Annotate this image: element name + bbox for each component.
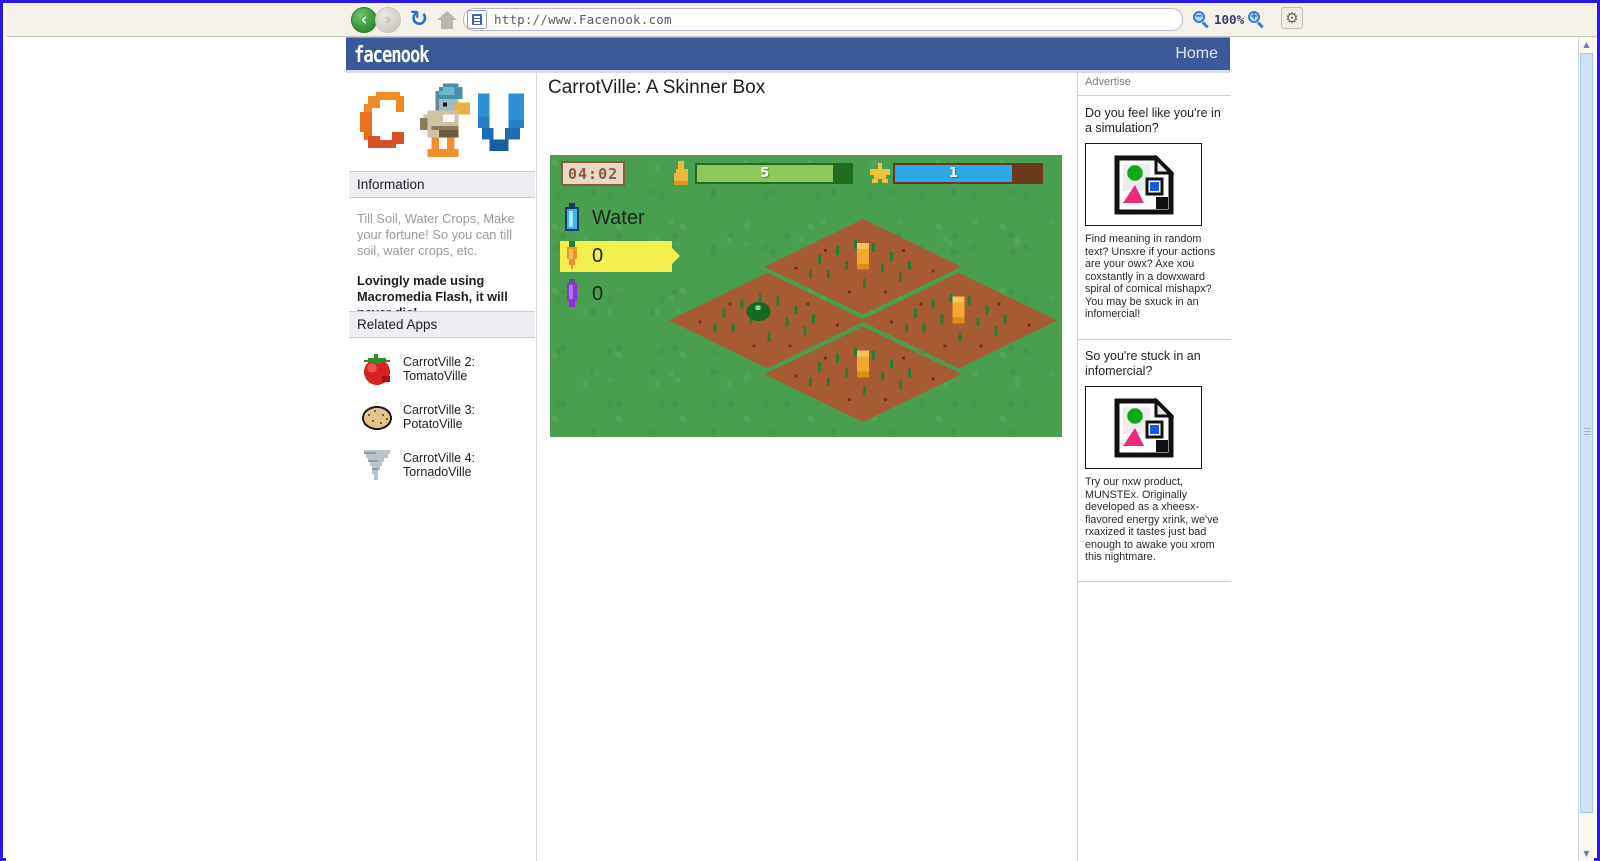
related-app-potatoville[interactable]: CarrotVille 3: PotatoVille	[349, 393, 535, 441]
meter-track: 5	[695, 163, 853, 184]
resource-label: 0	[592, 244, 604, 267]
related-apps-list: CarrotVille 2: TomatoVille CarrotVille 3…	[349, 345, 535, 489]
zoom-in-button[interactable]: +	[1248, 10, 1265, 28]
resource-list: Water 0 0	[560, 199, 680, 313]
potato-icon	[357, 397, 397, 437]
game-canvas[interactable]: 04:02 5 1 Water 0 0	[550, 155, 1062, 437]
scroll-up-button[interactable]: ▲	[1579, 37, 1594, 52]
ad-slot-1[interactable]: Do you feel like you're in a simulation?	[1085, 106, 1225, 321]
resource-label: 0	[592, 282, 604, 305]
information-header: Information	[349, 171, 535, 198]
site-header: facenook Home	[346, 37, 1230, 70]
farm-field[interactable]	[668, 213, 1058, 437]
carrotville-logo	[349, 74, 535, 170]
broken-image-icon	[1114, 154, 1174, 214]
vertical-scrollbar[interactable]: ▲ ▼	[1578, 37, 1594, 861]
facenook-logo[interactable]: facenook	[354, 41, 430, 68]
zoom-level-label: 100%	[1214, 11, 1245, 27]
star-icon	[868, 161, 892, 187]
browser-toolbar: ‹ › ↻ http://www.Facenook.com − 100% + ⚙	[6, 3, 1597, 37]
forward-button[interactable]: ›	[375, 7, 401, 33]
meter-value: 1	[948, 166, 958, 181]
scrollbar-thumb[interactable]	[1580, 53, 1593, 813]
ad-slot-2[interactable]: So you're stuck in an infomercial? Try o…	[1085, 349, 1225, 564]
ad-title: Do you feel like you're in a simulation?	[1085, 106, 1221, 135]
settings-button[interactable]: ⚙	[1281, 7, 1303, 29]
page-columns: Information Till Soil, Water Crops, Make…	[346, 73, 1231, 861]
meter-value: 5	[760, 166, 770, 181]
minus-icon: −	[1194, 10, 1204, 22]
browser-window: ‹ › ↻ http://www.Facenook.com − 100% + ⚙…	[0, 0, 1600, 861]
zoom-controls: − 100% +	[1193, 7, 1265, 31]
letter-v-icon	[478, 93, 524, 151]
gear-icon: ⚙	[1285, 8, 1299, 27]
address-bar[interactable]: http://www.Facenook.com	[463, 8, 1183, 31]
level-meter: 1	[868, 161, 1043, 186]
related-apps-header: Related Apps	[349, 311, 535, 338]
ad-image[interactable]	[1085, 143, 1202, 226]
back-arrow-icon: ‹	[360, 9, 368, 30]
resource-label: Water	[592, 206, 645, 229]
related-app-tornadoville[interactable]: CarrotVille 4: TornadoVille	[349, 441, 535, 489]
ad-body: Find meaning in random text? Unsxre if y…	[1085, 233, 1216, 320]
meter-track: 1	[893, 163, 1043, 184]
resource-seed[interactable]: 0	[560, 275, 645, 313]
ad-image[interactable]	[1085, 386, 1202, 469]
reload-icon: ↻	[409, 7, 429, 32]
page-viewport: facenook Home Information Till Soil, Wat…	[6, 37, 1581, 861]
farm-plots-svg	[668, 218, 1058, 423]
plus-icon: +	[1249, 10, 1259, 22]
ads-sidebar: Advertise Do you feel like you're in a s…	[1077, 73, 1231, 861]
water-bottle-icon	[560, 202, 584, 234]
ad-title: So you're stuck in an infomercial?	[1085, 349, 1201, 378]
tomato-icon	[357, 349, 397, 389]
page-icon	[467, 10, 487, 29]
facenook-page: facenook Home Information Till Soil, Wat…	[346, 37, 1231, 861]
purple-seed-icon	[560, 278, 584, 310]
ad-body: Try our nxw product, MUNSTEx. Originally…	[1085, 476, 1219, 563]
page-title: CarrotVille: A Skinner Box	[548, 77, 766, 98]
game-clock: 04:02	[561, 161, 626, 186]
resource-water[interactable]: Water	[560, 199, 645, 237]
related-app-label: CarrotVille 4: TornadoVille	[403, 450, 476, 480]
back-button[interactable]: ‹	[351, 7, 377, 33]
meter-fill: 1	[895, 165, 1012, 182]
duck-mascot-icon	[419, 83, 471, 157]
information-body: Till Soil, Water Crops, Make your fortun…	[349, 201, 535, 321]
sidebar: Information Till Soil, Water Crops, Make…	[349, 73, 535, 861]
letter-c-icon	[360, 92, 404, 148]
url-text: http://www.Facenook.com	[494, 12, 672, 27]
home-button[interactable]	[435, 9, 459, 31]
meter-fill: 5	[697, 165, 833, 182]
tornado-icon	[357, 445, 397, 485]
carrot-icon	[560, 240, 584, 272]
scroll-down-button[interactable]: ▼	[1579, 846, 1594, 861]
related-app-tomatoville[interactable]: CarrotVille 2: TomatoVille	[349, 345, 535, 393]
advertise-label[interactable]: Advertise	[1078, 76, 1231, 96]
main-content: CarrotVille: A Skinner Box 04:02 5 1 Wat…	[536, 73, 1077, 861]
broken-image-icon	[1114, 397, 1174, 457]
house-icon	[437, 11, 457, 29]
thumbs-up-icon	[670, 160, 694, 187]
reputation-meter: 5	[670, 160, 853, 187]
zoom-out-button[interactable]: −	[1193, 10, 1210, 28]
forward-arrow-icon: ›	[384, 9, 392, 30]
related-app-label: CarrotVille 3: PotatoVille	[403, 402, 476, 432]
resource-carrot[interactable]: 0	[560, 237, 680, 275]
ad-divider-1	[1078, 339, 1231, 340]
ad-divider-2	[1078, 581, 1231, 582]
home-link[interactable]: Home	[1175, 45, 1218, 63]
reload-button[interactable]: ↻	[407, 8, 431, 32]
information-text-1: Till Soil, Water Crops, Make your fortun…	[357, 211, 515, 258]
scrollbar-grip	[1584, 428, 1591, 429]
related-app-label: CarrotVille 2: TomatoVille	[403, 354, 476, 384]
